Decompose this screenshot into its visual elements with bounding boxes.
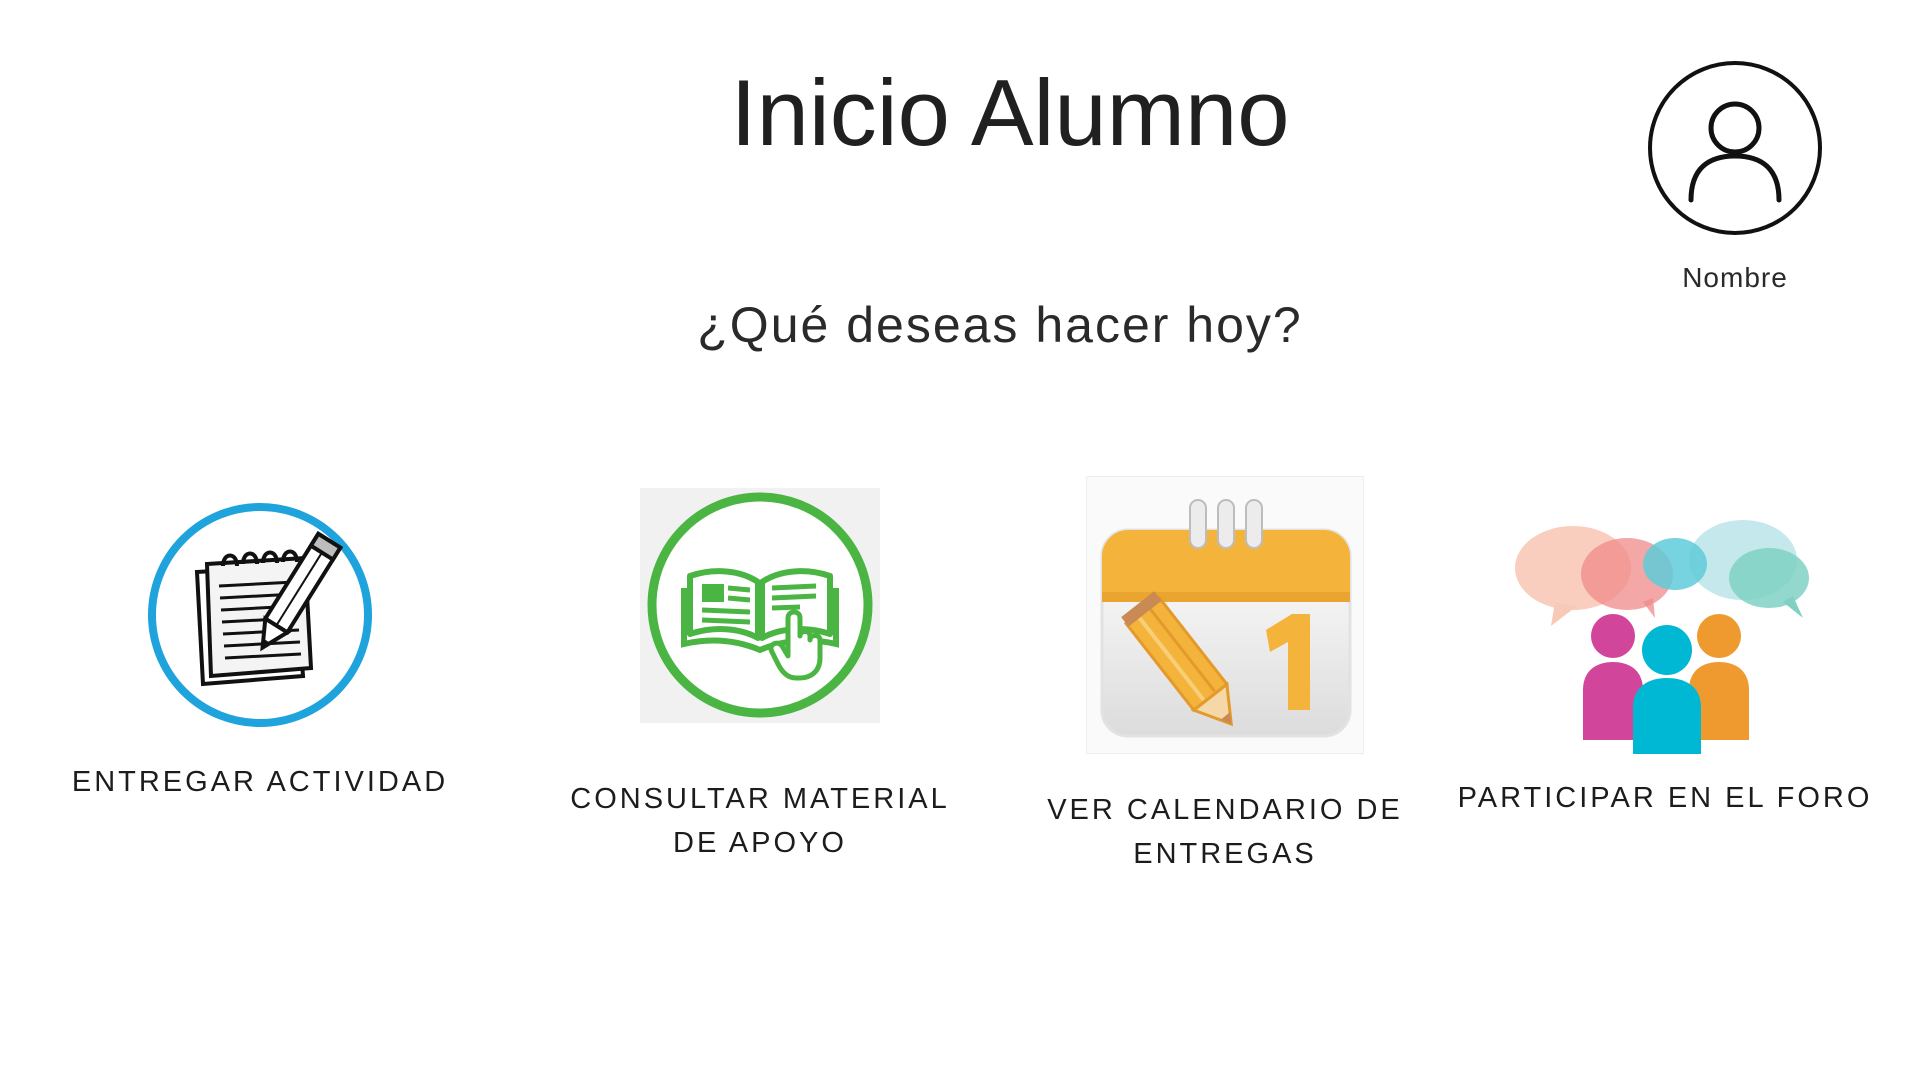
notepad-pencil-icon[interactable] (145, 500, 375, 730)
profile-name: Nombre (1682, 262, 1788, 293)
page-title: Inicio Alumno (730, 60, 1290, 165)
option-entregar-actividad[interactable]: ENTREGAR ACTIVIDAD (60, 500, 460, 804)
option-ver-calendario[interactable]: VER CALENDARIO DE ENTREGAS (1025, 476, 1425, 876)
option-label[interactable]: PARTICIPAR EN EL FORO (1455, 776, 1875, 820)
calendar-icon[interactable] (1086, 476, 1364, 754)
option-label[interactable]: CONSULTAR MATERIAL DE APOYO (560, 777, 960, 865)
option-label[interactable]: VER CALENDARIO DE ENTREGAS (1025, 788, 1425, 876)
user-profile[interactable]: Nombre (1640, 60, 1830, 294)
option-consultar-material[interactable]: CONSULTAR MATERIAL DE APOYO (560, 488, 960, 865)
forum-people-icon[interactable] (1515, 518, 1815, 758)
option-label[interactable]: ENTREGAR ACTIVIDAD (60, 760, 460, 804)
user-avatar-icon[interactable] (1647, 60, 1823, 236)
option-participar-foro[interactable]: PARTICIPAR EN EL FORO (1455, 518, 1875, 820)
prompt-text: ¿Qué deseas hacer hoy? (697, 297, 1303, 353)
open-book-icon[interactable] (640, 488, 880, 723)
